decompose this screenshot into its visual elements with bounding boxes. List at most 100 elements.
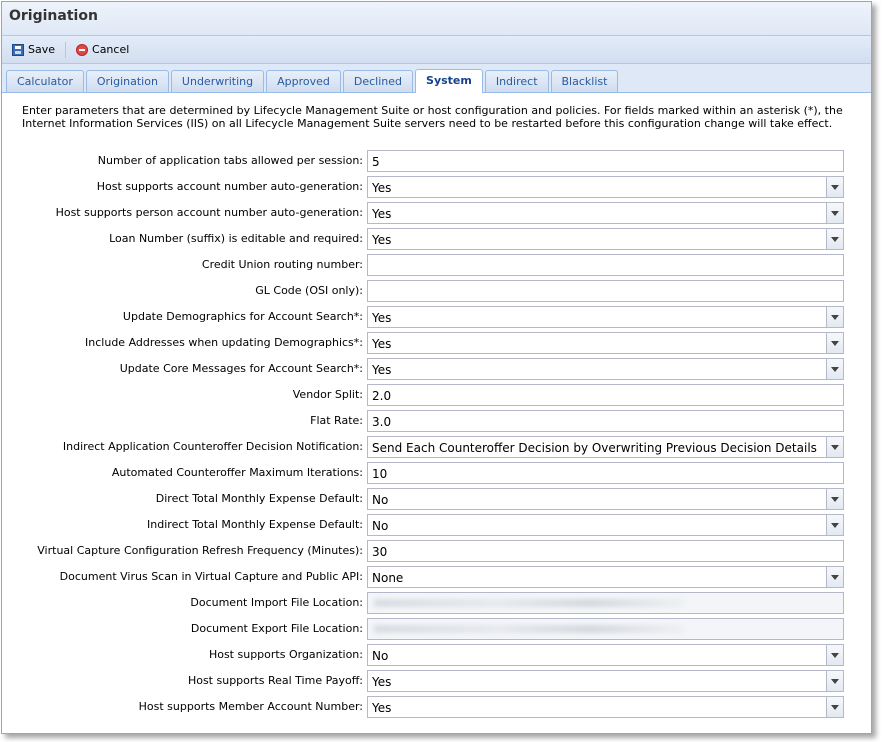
field-select[interactable]: Yes	[367, 696, 844, 718]
chevron-down-icon[interactable]	[826, 359, 843, 379]
field-select[interactable]: Yes	[367, 332, 844, 354]
field-label: Update Demographics for Account Search*:	[122, 310, 363, 323]
form-row: Update Core Messages for Account Search*…	[0, 358, 871, 380]
form-row: Host supports Real Time Payoff: Yes	[0, 670, 871, 692]
form-row: Include Addresses when updating Demograp…	[0, 332, 871, 354]
field-select[interactable]: No	[367, 514, 844, 536]
chevron-down-icon[interactable]	[826, 489, 843, 509]
intro-text: Enter parameters that are determined by …	[22, 104, 843, 130]
field-input[interactable]: 3.0	[367, 410, 844, 432]
field-label: Indirect Total Monthly Expense Default:	[147, 518, 363, 531]
field-value: Yes	[372, 675, 392, 689]
chevron-down-icon[interactable]	[826, 515, 843, 535]
tab-indirect[interactable]: Indirect	[484, 70, 549, 92]
field-label: Host supports Member Account Number:	[138, 700, 363, 713]
window-title: Origination	[2, 2, 871, 36]
save-button[interactable]: Save	[8, 41, 59, 58]
field-value: Yes	[372, 233, 392, 247]
field-select[interactable]: Yes	[367, 358, 844, 380]
tab-underwriting[interactable]: Underwriting	[170, 70, 265, 92]
field-label: Credit Union routing number:	[201, 258, 363, 271]
field-value: Yes	[372, 181, 392, 195]
field-label: Flat Rate:	[310, 414, 363, 427]
form-row: Automated Counteroffer Maximum Iteration…	[0, 462, 871, 484]
field-select[interactable]: Yes	[367, 670, 844, 692]
chevron-down-icon[interactable]	[826, 437, 843, 457]
tab-origination[interactable]: Origination	[85, 70, 169, 92]
field-select[interactable]: Send Each Counteroffer Decision by Overw…	[367, 436, 844, 458]
tab-system[interactable]: System	[415, 69, 483, 93]
field-label: Host supports Real Time Payoff:	[187, 674, 363, 687]
field-select[interactable]: None	[367, 566, 844, 588]
form-row: Update Demographics for Account Search*:…	[0, 306, 871, 328]
tab-blacklist[interactable]: Blacklist	[550, 70, 619, 92]
field-label: Automated Counteroffer Maximum Iteration…	[111, 466, 363, 479]
field-input[interactable]	[367, 592, 844, 614]
form-row: Host supports Organization: No	[0, 644, 871, 666]
form-row: Vendor Split: 2.0	[0, 384, 871, 406]
form-row: Host supports Member Account Number: Yes	[0, 696, 871, 718]
chevron-down-icon[interactable]	[826, 671, 843, 691]
save-label: Save	[28, 43, 56, 56]
cancel-icon	[76, 43, 89, 56]
toolbar-separator	[65, 41, 67, 58]
field-input[interactable]	[367, 254, 844, 276]
form-row: Virtual Capture Configuration Refresh Fr…	[0, 540, 871, 562]
field-value: Yes	[372, 207, 392, 221]
field-select[interactable]: Yes	[367, 202, 844, 224]
field-select[interactable]: Yes	[367, 176, 844, 198]
field-select[interactable]: No	[367, 488, 844, 510]
chevron-down-icon[interactable]	[826, 229, 843, 249]
form-row: Document Virus Scan in Virtual Capture a…	[0, 566, 871, 588]
field-input[interactable]: 10	[367, 462, 844, 484]
field-select[interactable]: Yes	[367, 228, 844, 250]
chevron-down-icon[interactable]	[826, 307, 843, 327]
field-input[interactable]: 2.0	[367, 384, 844, 406]
field-input[interactable]	[367, 280, 844, 302]
chevron-down-icon[interactable]	[826, 333, 843, 353]
form-row: Host supports person account number auto…	[0, 202, 871, 224]
field-input[interactable]	[367, 618, 844, 640]
form-row: Indirect Total Monthly Expense Default: N…	[0, 514, 871, 536]
field-label: Virtual Capture Configuration Refresh Fr…	[37, 544, 363, 557]
field-label: GL Code (OSI only):	[255, 284, 363, 297]
form-row: Indirect Application Counteroffer Decisi…	[0, 436, 871, 458]
tab-calculator[interactable]: Calculator	[6, 70, 84, 92]
form-row: Flat Rate: 3.0	[0, 410, 871, 432]
cancel-button[interactable]: Cancel	[72, 41, 133, 58]
tab-declined[interactable]: Declined	[342, 70, 414, 92]
field-input[interactable]: 5	[367, 150, 844, 172]
chevron-down-icon[interactable]	[826, 697, 843, 717]
form-row: Host supports account number auto-genera…	[0, 176, 871, 198]
field-label: Document Virus Scan in Virtual Capture a…	[59, 570, 363, 583]
field-label: Number of application tabs allowed per s…	[97, 154, 363, 167]
field-label: Vendor Split:	[292, 388, 363, 401]
field-input[interactable]: 30	[367, 540, 844, 562]
chevron-down-icon[interactable]	[826, 203, 843, 223]
form-row: Credit Union routing number:	[0, 254, 871, 276]
field-label: Update Core Messages for Account Search*…	[119, 362, 363, 375]
field-value: Yes	[372, 311, 392, 325]
field-select[interactable]: No	[367, 644, 844, 666]
field-select[interactable]: Yes	[367, 306, 844, 328]
field-value: No	[372, 649, 389, 663]
form-row: Document Import File Location:	[0, 592, 871, 614]
field-value: 10	[372, 467, 388, 481]
chevron-down-icon[interactable]	[826, 567, 843, 587]
field-label: Document Export File Location:	[190, 622, 363, 635]
field-value: 3.0	[372, 415, 392, 429]
form-row: Direct Total Monthly Expense Default: No	[0, 488, 871, 510]
chevron-down-icon[interactable]	[826, 645, 843, 665]
field-label: Include Addresses when updating Demograp…	[85, 336, 363, 349]
save-icon	[12, 43, 24, 56]
field-value: Yes	[372, 363, 392, 377]
field-label: Document Import File Location:	[190, 596, 363, 609]
redacted-value	[374, 625, 684, 633]
chevron-down-icon[interactable]	[826, 177, 843, 197]
field-label: Host supports person account number auto…	[55, 206, 363, 219]
tab-approved[interactable]: Approved	[266, 70, 341, 92]
tab-strip: Calculator Origination Underwriting Appr…	[2, 64, 871, 93]
field-label: Direct Total Monthly Expense Default:	[155, 492, 363, 505]
field-value: Yes	[372, 701, 392, 715]
toolbar: Save Cancel	[2, 36, 871, 64]
